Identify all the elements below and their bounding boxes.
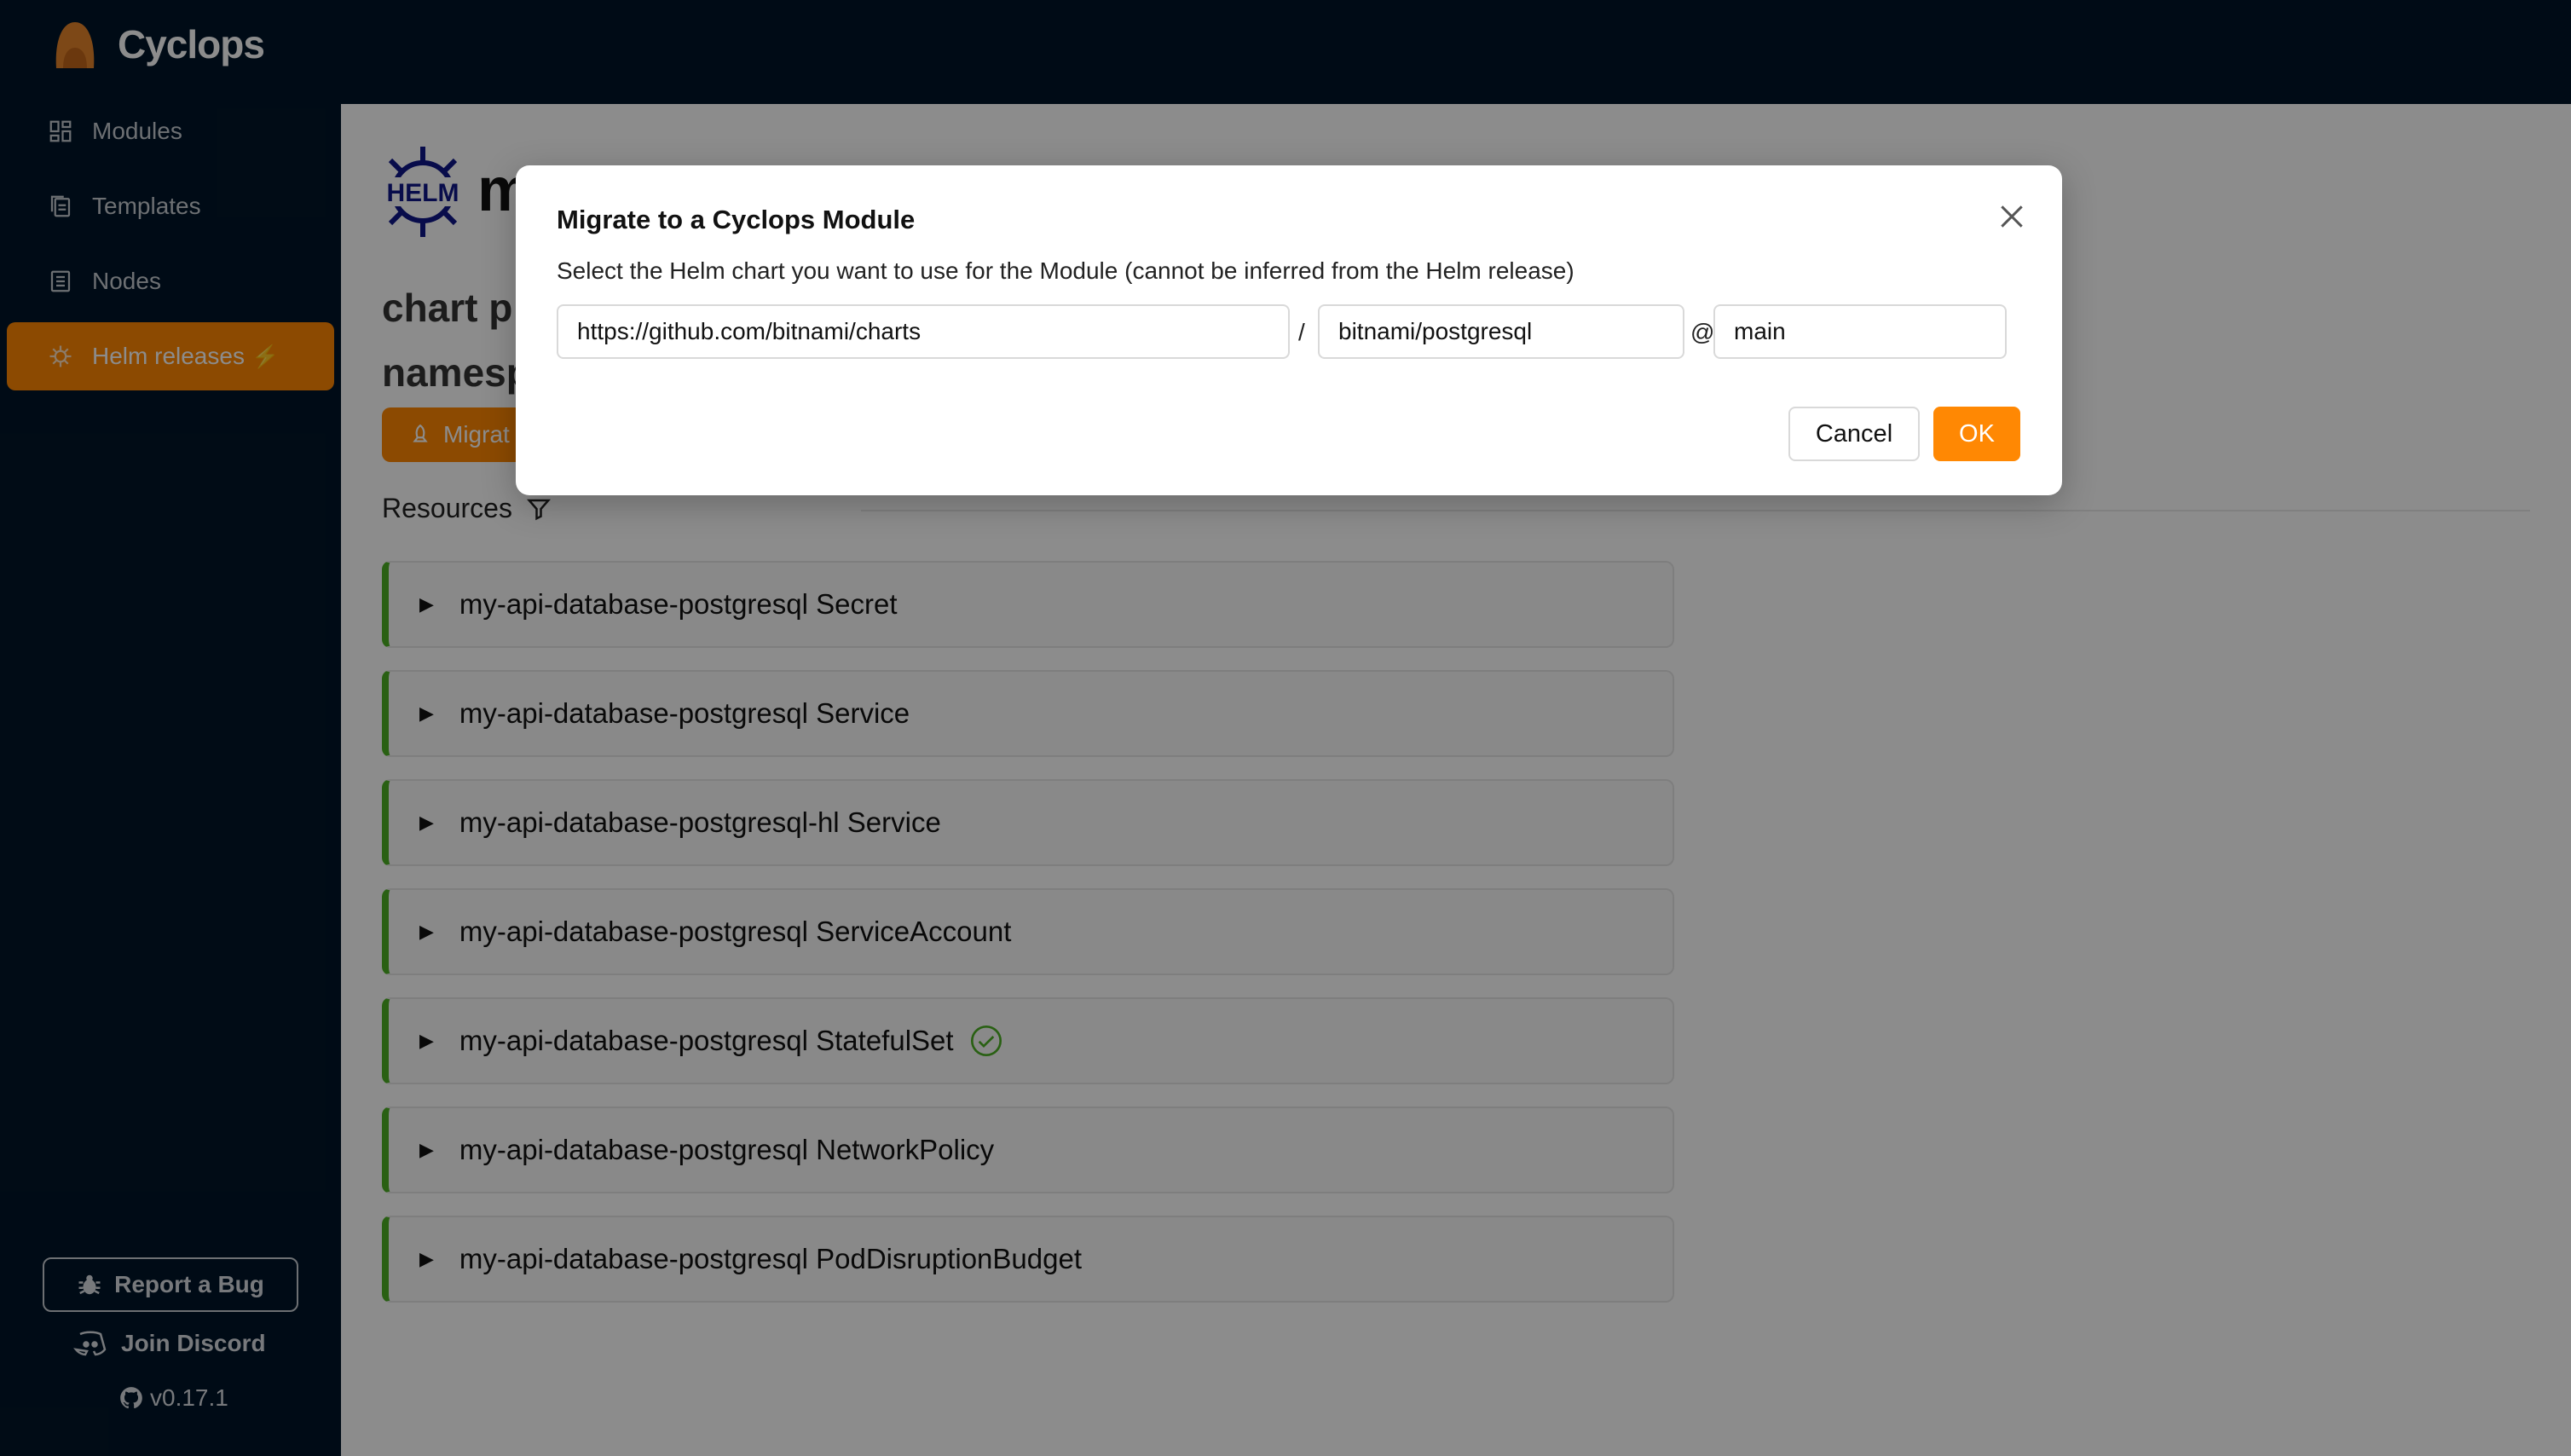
path-separator: / <box>1298 319 1305 345</box>
version-separator: @ <box>1690 319 1715 345</box>
modal-title: Migrate to a Cyclops Module <box>557 205 916 234</box>
cancel-button[interactable]: Cancel <box>1788 407 1920 461</box>
migrate-modal: Migrate to a Cyclops Module Select the H… <box>516 165 2062 495</box>
version-input[interactable] <box>1713 304 2007 359</box>
modal-description: Select the Helm chart you want to use fo… <box>557 257 1574 284</box>
chart-path-input[interactable] <box>1318 304 1684 359</box>
repo-url-input[interactable] <box>557 304 1290 359</box>
ok-button[interactable]: OK <box>1933 407 2020 461</box>
close-icon[interactable] <box>1995 199 2029 234</box>
